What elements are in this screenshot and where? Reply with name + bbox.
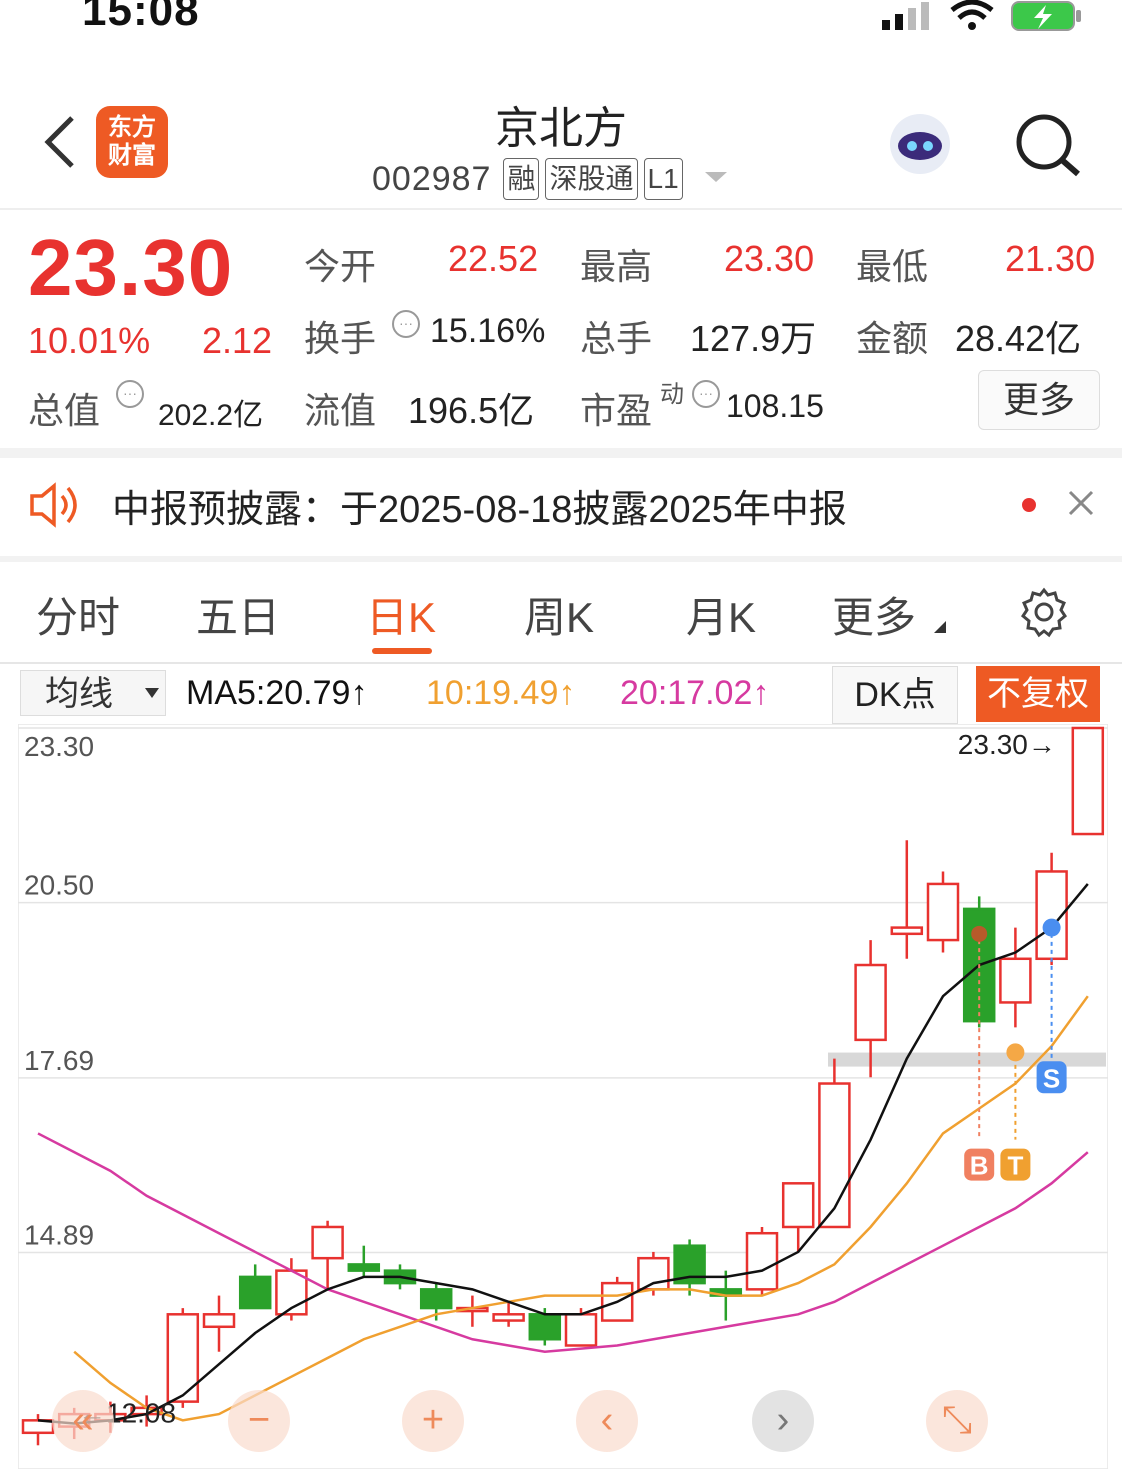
candle-body: [528, 1313, 562, 1341]
dropdown-caret-icon: [144, 686, 160, 704]
change-amount: 2.12: [202, 320, 273, 361]
candle-body: [818, 1082, 851, 1229]
label-low: 最低: [856, 246, 929, 287]
pe-superscript: 动: [660, 381, 684, 408]
tab-monthly-k[interactable]: 月K: [686, 584, 756, 645]
candle-body: [745, 1231, 779, 1291]
value-float-cap: 196.5亿: [408, 390, 535, 431]
tag-level: L1: [643, 158, 683, 200]
candle-body: [781, 1182, 815, 1229]
status-time: 15:08: [82, 0, 200, 35]
y-tick-label: 20.50: [24, 870, 94, 901]
change-percent: 10.01%: [28, 320, 151, 361]
more-quote-button[interactable]: 更多: [978, 370, 1100, 430]
scroll-left-fast-button[interactable]: «: [52, 1390, 114, 1452]
candle-body: [564, 1313, 598, 1347]
gear-icon[interactable]: [1018, 586, 1070, 643]
active-tab-indicator: [372, 648, 432, 654]
marker-dot: [1042, 918, 1061, 937]
scroll-right-button[interactable]: ›: [752, 1390, 814, 1452]
candle-body: [311, 1225, 344, 1260]
marker-label: B: [970, 1151, 989, 1181]
marker-dot: [971, 925, 988, 942]
tab-more-caret-icon: [934, 620, 946, 638]
label-amount: 金额: [856, 318, 929, 359]
marker-label: S: [1043, 1063, 1060, 1093]
y-tick-label: 23.30: [24, 731, 94, 762]
value-amount: 28.42亿: [955, 318, 1082, 359]
scroll-left-button[interactable]: ‹: [576, 1390, 638, 1452]
ma20-value: 20:17.02↑: [620, 674, 770, 712]
candle-body: [238, 1275, 272, 1310]
y-tick-label: 17.69: [24, 1045, 94, 1076]
kline-chart[interactable]: 23.3020.5017.6914.8923.30→←12.08B TS: [18, 724, 1108, 1469]
candle-body: [637, 1256, 670, 1291]
mktcap-info-icon[interactable]: ···: [116, 380, 144, 408]
label-mktcap: 总值: [28, 390, 101, 431]
no-adjust-button[interactable]: 不复权: [976, 666, 1100, 722]
dk-point-button[interactable]: DK点: [832, 666, 958, 724]
candle-body: [854, 963, 887, 1042]
candle-body: [926, 882, 960, 942]
y-tick-label: 14.89: [24, 1220, 94, 1251]
header-divider: [0, 208, 1122, 210]
tab-more[interactable]: 更多: [832, 584, 916, 645]
ma10-value: 10:19.49↑: [426, 674, 576, 712]
value-mktcap: 202.2亿: [158, 399, 264, 432]
pe-info-icon[interactable]: ···: [692, 380, 720, 408]
candle-body: [492, 1313, 525, 1322]
marker-label: T: [1007, 1151, 1023, 1181]
stock-code: 002987: [372, 159, 492, 198]
speaker-icon: [28, 480, 84, 535]
label-turnover: 换手: [304, 318, 377, 359]
label-volume: 总手: [580, 318, 653, 359]
stock-code-row: 002987 融 深股通 L1: [372, 158, 729, 200]
value-turnover: 15.16%: [430, 312, 546, 350]
candle-body: [166, 1313, 200, 1403]
signal-icon: [882, 2, 934, 37]
tab-daily-k[interactable]: 日K: [366, 584, 436, 645]
robot-assistant-icon[interactable]: [884, 108, 956, 185]
last-price-label: 23.30→: [958, 729, 1056, 760]
notice-dot: [1022, 498, 1036, 512]
section-divider: [0, 556, 1122, 562]
fullscreen-button[interactable]: ⤡: [926, 1390, 988, 1452]
tab-intraday[interactable]: 分时: [36, 584, 120, 645]
tab-five-day[interactable]: 五日: [196, 584, 280, 645]
candle-body: [347, 1263, 381, 1272]
notice-text[interactable]: 中报预披露：于2025-08-18披露2025年中报: [112, 478, 847, 533]
value-low: 21.30: [1005, 238, 1096, 279]
label-float-cap: 流值: [304, 390, 377, 431]
value-high: 23.30: [724, 238, 815, 279]
turnover-info-icon[interactable]: ···: [392, 310, 420, 338]
zoom-in-button[interactable]: +: [402, 1390, 464, 1452]
candle-body: [999, 957, 1032, 1004]
section-divider: [0, 448, 1122, 458]
current-price: 23.30: [28, 223, 234, 312]
candle-body: [202, 1313, 236, 1329]
tag-connect: 深股通: [545, 158, 638, 200]
candle-body: [1071, 726, 1105, 836]
wifi-icon: [950, 0, 994, 37]
value-open: 22.52: [448, 238, 539, 279]
tabs-divider: [0, 662, 1122, 664]
value-pe: 108.15: [726, 388, 824, 424]
value-volume: 127.9万: [690, 318, 817, 359]
close-icon[interactable]: [1066, 488, 1096, 523]
ma5-value: MA5:20.79↑: [186, 674, 368, 712]
chevron-down-icon[interactable]: [703, 170, 729, 189]
label-pe: 市盈: [580, 390, 653, 431]
candle-body: [419, 1288, 453, 1310]
label-high: 最高: [580, 246, 653, 287]
tag-margin: 融: [503, 158, 540, 200]
marker-dot: [1006, 1043, 1025, 1062]
zoom-out-button[interactable]: −: [228, 1390, 290, 1452]
label-open: 今开: [304, 246, 377, 287]
battery-icon: [1010, 0, 1084, 39]
candle-body: [890, 926, 924, 936]
tab-weekly-k[interactable]: 周K: [524, 584, 594, 645]
search-icon[interactable]: [1014, 112, 1084, 183]
